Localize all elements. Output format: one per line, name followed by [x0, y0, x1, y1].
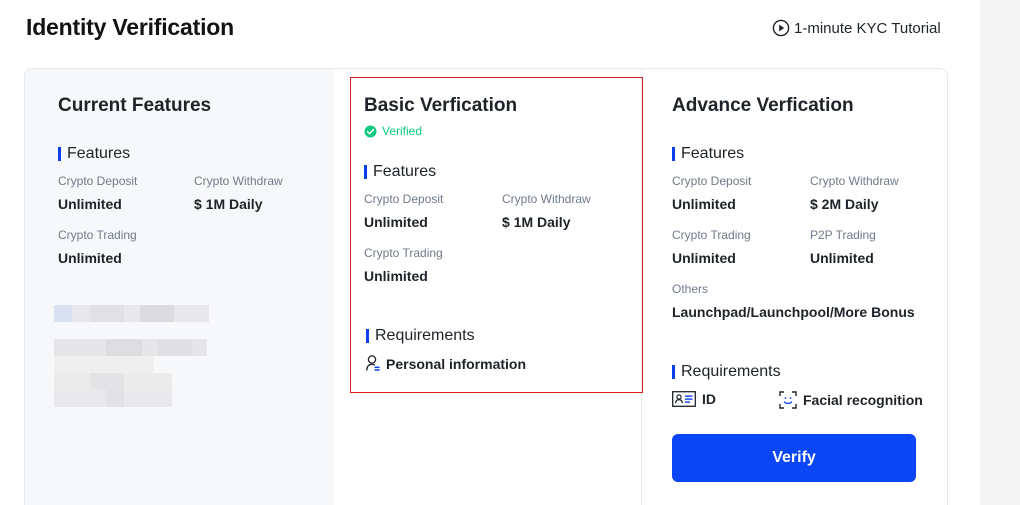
current-features-title: Current Features — [58, 95, 211, 117]
advance-verification-title: Advance Verfication — [672, 95, 854, 117]
current-deposit-value: Unlimited — [58, 196, 122, 212]
requirement-label: Facial recognition — [803, 392, 923, 408]
basic-features-heading: Features — [364, 163, 436, 181]
basic-withdraw-label: Crypto Withdraw — [502, 192, 591, 206]
section-marker — [366, 329, 369, 343]
section-marker — [364, 165, 367, 179]
current-features-panel — [25, 69, 333, 505]
column-divider — [641, 69, 642, 505]
requirements-heading-label: Requirements — [681, 363, 781, 380]
section-marker — [58, 147, 61, 161]
current-trading-label: Crypto Trading — [58, 228, 137, 242]
play-circle-icon — [772, 19, 790, 37]
basic-verification-title: Basic Verfication — [364, 95, 517, 117]
advance-withdraw-value: $ 2M Daily — [810, 196, 879, 212]
basic-requirements-heading: Requirements — [366, 327, 475, 345]
requirement-id: ID — [672, 391, 716, 407]
requirement-facial-recognition: Facial recognition — [779, 391, 923, 409]
verified-status-label: Verified — [382, 124, 423, 138]
requirements-heading-label: Requirements — [375, 327, 475, 344]
advance-trading-label: Crypto Trading — [672, 228, 751, 242]
current-withdraw-value: $ 1M Daily — [194, 196, 263, 212]
advance-p2p-label: P2P Trading — [810, 228, 876, 242]
basic-trading-value: Unlimited — [364, 268, 428, 284]
verify-button[interactable]: Verify — [672, 434, 916, 482]
features-heading-label: Features — [67, 145, 131, 162]
advance-deposit-label: Crypto Deposit — [672, 174, 752, 188]
features-heading-label: Features — [681, 145, 745, 162]
basic-verification-title-text: Basic Verfication — [364, 95, 518, 116]
basic-trading-label: Crypto Trading — [364, 246, 443, 260]
face-scan-icon — [779, 391, 797, 409]
kyc-tutorial-label: 1-minute KYC Tutorial — [794, 19, 941, 37]
verified-status: Verified — [364, 124, 422, 138]
check-circle-icon — [364, 125, 377, 137]
user-info-icon — [366, 355, 380, 371]
requirement-personal-information: Personal information — [366, 355, 526, 372]
advance-trading-value: Unlimited — [672, 250, 736, 266]
page-title: Identity Verification — [26, 14, 234, 40]
features-heading-label: Features — [373, 163, 437, 180]
right-scroll-area — [980, 0, 1020, 505]
requirement-label: Personal information — [386, 355, 527, 372]
current-features-heading: Features — [58, 145, 130, 163]
section-marker — [672, 147, 675, 161]
current-withdraw-label: Crypto Withdraw — [194, 174, 283, 188]
id-card-icon — [672, 391, 696, 407]
advance-others-label: Others — [672, 282, 709, 296]
requirement-label: ID — [702, 391, 716, 407]
kyc-tutorial-link[interactable]: 1-minute KYC Tutorial — [772, 19, 941, 37]
advance-others-value: Launchpad/Launchpool/More Bonus — [672, 304, 915, 320]
current-deposit-label: Crypto Deposit — [58, 174, 138, 188]
pixelated-redaction — [54, 305, 209, 407]
current-features-title-text: Current Features — [58, 95, 212, 116]
advance-p2p-value: Unlimited — [810, 250, 874, 266]
section-marker — [672, 365, 675, 379]
basic-deposit-label: Crypto Deposit — [364, 192, 444, 206]
advance-verification-title-text: Advance Verfication — [672, 95, 854, 116]
advance-requirements-heading: Requirements — [672, 363, 781, 381]
current-trading-value: Unlimited — [58, 250, 122, 266]
advance-deposit-value: Unlimited — [672, 196, 736, 212]
advance-features-heading: Features — [672, 145, 744, 163]
basic-withdraw-value: $ 1M Daily — [502, 214, 571, 230]
basic-deposit-value: Unlimited — [364, 214, 428, 230]
advance-withdraw-label: Crypto Withdraw — [810, 174, 899, 188]
